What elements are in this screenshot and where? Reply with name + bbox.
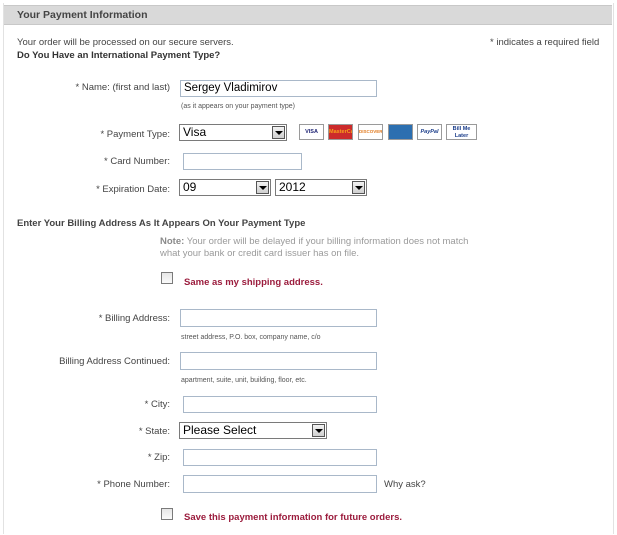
- card-number-label: * Card Number:: [104, 156, 170, 167]
- expiration-month-select[interactable]: 09: [179, 179, 271, 196]
- international-payment-link[interactable]: Do You Have an International Payment Typ…: [17, 50, 220, 61]
- billing-note-label: Note:: [160, 236, 185, 247]
- state-select[interactable]: Please Select: [179, 422, 327, 439]
- zip-input[interactable]: [183, 449, 377, 466]
- secure-server-text: Your order will be processed on our secu…: [17, 37, 234, 48]
- billing-address-input[interactable]: [180, 309, 377, 327]
- section-title: Your Payment Information: [17, 9, 148, 21]
- save-payment-info-checkbox[interactable]: [161, 508, 173, 520]
- discover-card-icon: DISCOVER: [358, 124, 383, 140]
- why-ask-link[interactable]: Why ask?: [384, 479, 426, 490]
- city-label: * City:: [144, 399, 170, 410]
- state-value: Please Select: [183, 423, 257, 437]
- same-as-shipping-checkbox[interactable]: [161, 272, 173, 284]
- card-number-input[interactable]: [183, 153, 302, 170]
- billing-note-text: Your order will be delayed if your billi…: [160, 236, 469, 259]
- billing-address2-hint: apartment, suite, unit, building, floor,…: [181, 377, 307, 384]
- same-as-shipping-label[interactable]: Same as my shipping address.: [184, 277, 323, 288]
- expiration-year-value: 2012: [279, 180, 306, 194]
- zip-label: * Zip:: [147, 452, 170, 463]
- phone-number-input[interactable]: [183, 475, 377, 493]
- chevron-down-icon[interactable]: [352, 181, 365, 194]
- name-label: * Name: (first and last): [75, 82, 171, 93]
- phone-number-label: * Phone Number:: [97, 479, 170, 490]
- payment-type-value: Visa: [183, 125, 207, 139]
- expiration-month-value: 09: [183, 180, 197, 194]
- billing-address2-input[interactable]: [180, 352, 377, 370]
- save-payment-info-label[interactable]: Save this payment information for future…: [184, 512, 402, 523]
- city-input[interactable]: [183, 396, 377, 413]
- mastercard-card-icon: MasterCard: [328, 124, 353, 140]
- required-field-note: * indicates a required field: [490, 37, 600, 48]
- billing-address-label: * Billing Address:: [98, 313, 170, 324]
- billing-address2-label: Billing Address Continued:: [59, 356, 170, 367]
- name-hint: (as it appears on your payment type): [181, 103, 296, 110]
- billing-heading: Enter Your Billing Address As It Appears…: [17, 218, 306, 229]
- billing-address-hint: street address, P.O. box, company name, …: [181, 334, 321, 341]
- expiration-date-label: * Expiration Date:: [96, 184, 170, 195]
- amex-card-icon: AMEX: [388, 124, 413, 140]
- bill-me-later-card-icon: Bill Me Later: [446, 124, 477, 140]
- payment-type-label: * Payment Type:: [100, 129, 170, 140]
- paypal-card-icon: PayPal: [417, 124, 442, 140]
- chevron-down-icon[interactable]: [312, 424, 325, 437]
- chevron-down-icon[interactable]: [272, 126, 285, 139]
- chevron-down-icon[interactable]: [256, 181, 269, 194]
- visa-card-icon: VISA: [299, 124, 324, 140]
- billing-note: Note: Your order will be delayed if your…: [160, 236, 490, 260]
- payment-type-select[interactable]: Visa: [179, 124, 287, 141]
- section-header: Your Payment Information: [4, 5, 612, 25]
- state-label: * State:: [138, 426, 170, 437]
- name-input[interactable]: Sergey Vladimirov: [180, 80, 377, 97]
- expiration-year-select[interactable]: 2012: [275, 179, 367, 196]
